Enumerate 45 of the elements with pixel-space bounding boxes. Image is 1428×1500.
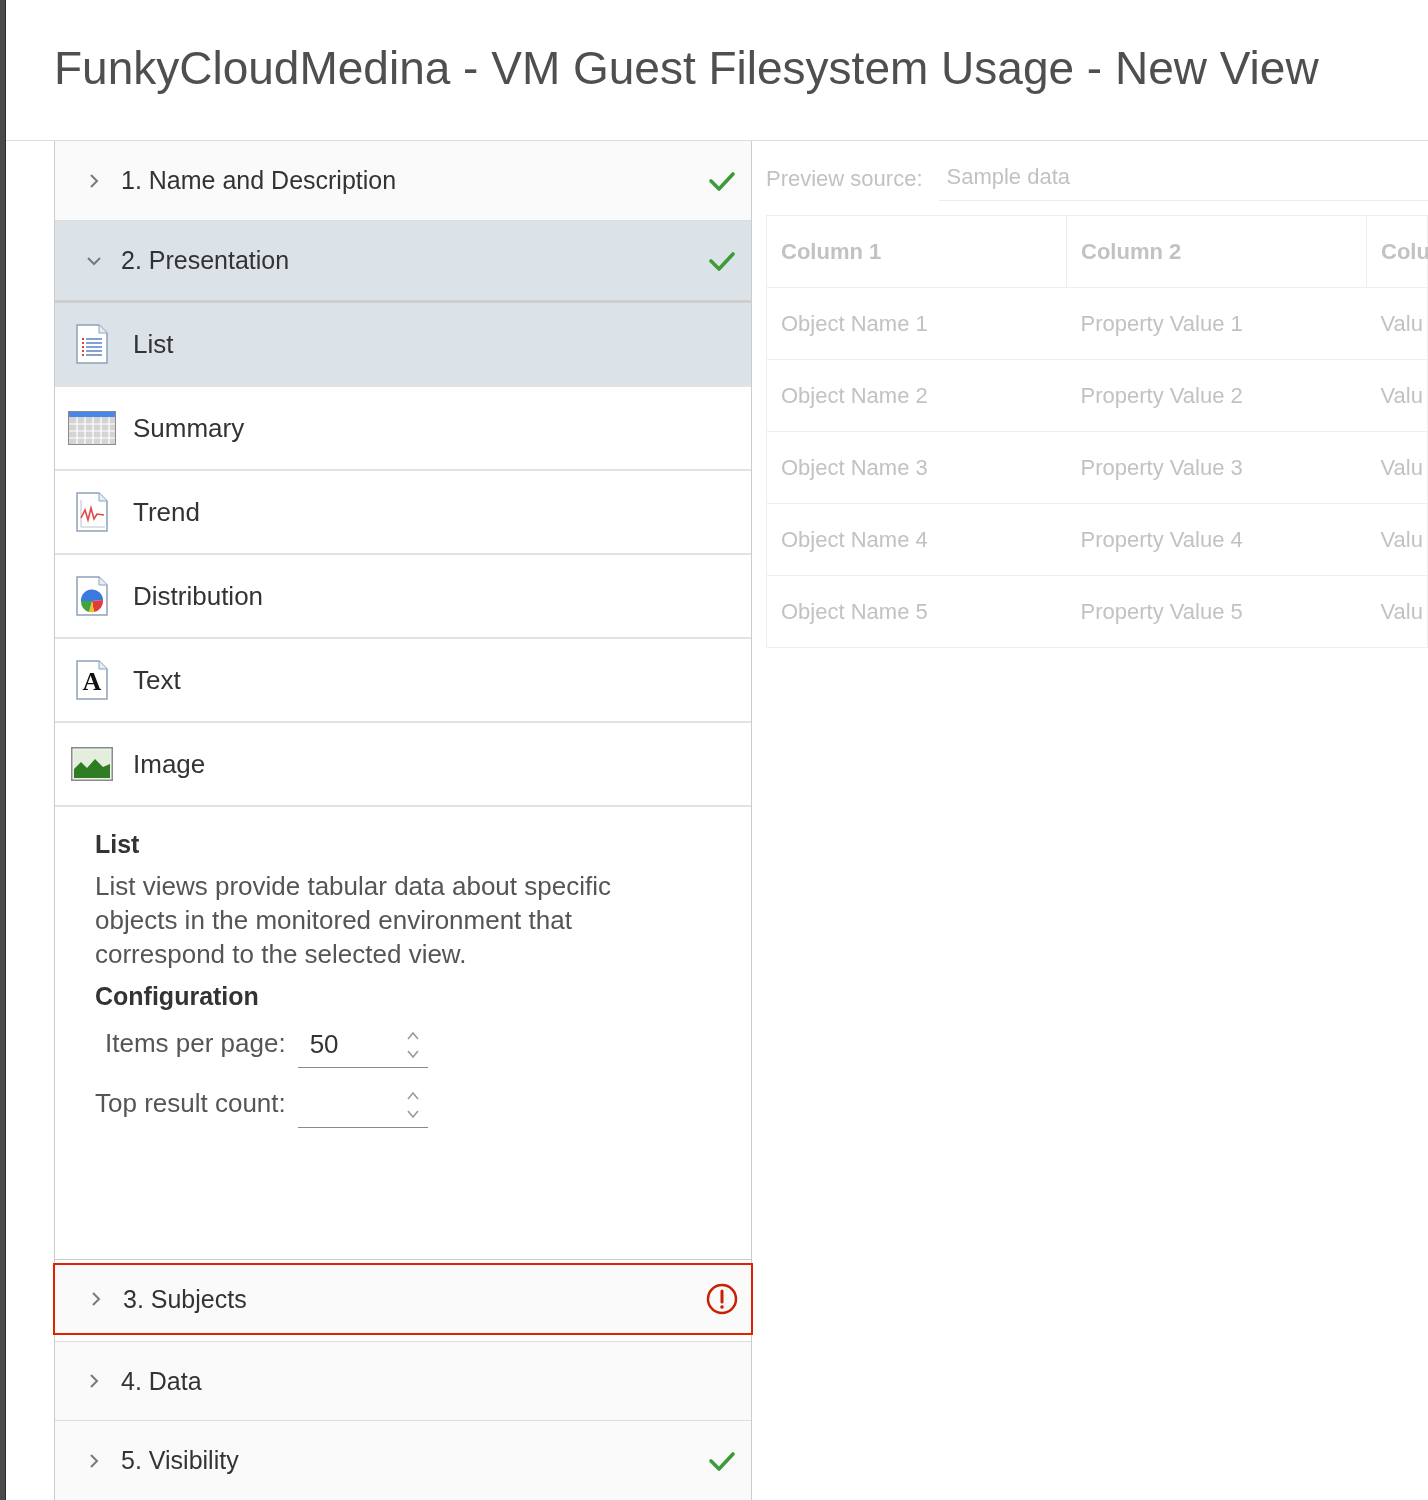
table-cell: Object Name 2 <box>766 359 1067 432</box>
letter-document-icon: A <box>75 660 109 700</box>
dialog-title: FunkyCloudMedina - VM Guest Filesystem Usage - New View <box>54 41 1320 96</box>
landscape-image-icon <box>71 747 113 781</box>
column-header: Colu <box>1366 215 1428 288</box>
table-cell: Object Name 5 <box>766 575 1067 648</box>
table-cell: Property Value 4 <box>1066 503 1367 576</box>
table-cell: Valu <box>1366 359 1428 432</box>
step-header[interactable]: 1. Name and Description <box>55 141 751 221</box>
chevron-right-icon <box>90 1291 102 1307</box>
field-label: Items per page: <box>105 1027 286 1059</box>
table-cell: Valu <box>1366 503 1428 576</box>
table-cell: Valu <box>1366 287 1428 360</box>
chevron-right-icon <box>88 1452 100 1469</box>
list-document-icon <box>75 324 109 364</box>
table-cell: Object Name 1 <box>766 287 1067 360</box>
preview-source-label: Preview source: <box>766 165 923 193</box>
table-cell: Object Name 4 <box>766 503 1067 576</box>
details-title: List <box>95 829 141 860</box>
config-title: Configuration <box>95 981 260 1012</box>
step-header[interactable]: 2. Presentation <box>55 221 751 303</box>
chevron-down-icon <box>86 254 102 267</box>
column-header: Column 1 <box>766 215 1067 288</box>
table-cell: Property Value 2 <box>1066 359 1367 432</box>
table-cell: Valu <box>1366 575 1428 648</box>
table-cell: Valu <box>1366 431 1428 504</box>
step-header[interactable]: 4. Data <box>55 1341 751 1421</box>
stepper-icon[interactable] <box>405 1029 420 1060</box>
step-header[interactable]: 3. Subjects <box>53 1263 753 1335</box>
field-label: Top result count: <box>95 1087 286 1119</box>
step-header[interactable]: 5. Visibility <box>55 1421 751 1500</box>
pie-chart-document-icon <box>75 576 109 616</box>
chevron-right-icon <box>88 1373 100 1389</box>
column-header: Column 2 <box>1066 215 1367 288</box>
chevron-right-icon <box>88 172 100 189</box>
line-chart-document-icon <box>75 492 109 532</box>
table-cell: Object Name 3 <box>766 431 1067 504</box>
table-cell: Property Value 3 <box>1066 431 1367 504</box>
table-cell: Property Value 5 <box>1066 575 1367 648</box>
details-text: List views provide tabular data about specific objects in the monitored environment that correspond to the selected view. <box>95 870 612 971</box>
view-type-item[interactable]: List <box>55 303 751 387</box>
table-grid-icon <box>68 411 116 445</box>
number-field[interactable]: 50 <box>297 1022 428 1068</box>
stepper-icon[interactable] <box>405 1089 420 1120</box>
table-cell: Property Value 1 <box>1066 287 1367 360</box>
